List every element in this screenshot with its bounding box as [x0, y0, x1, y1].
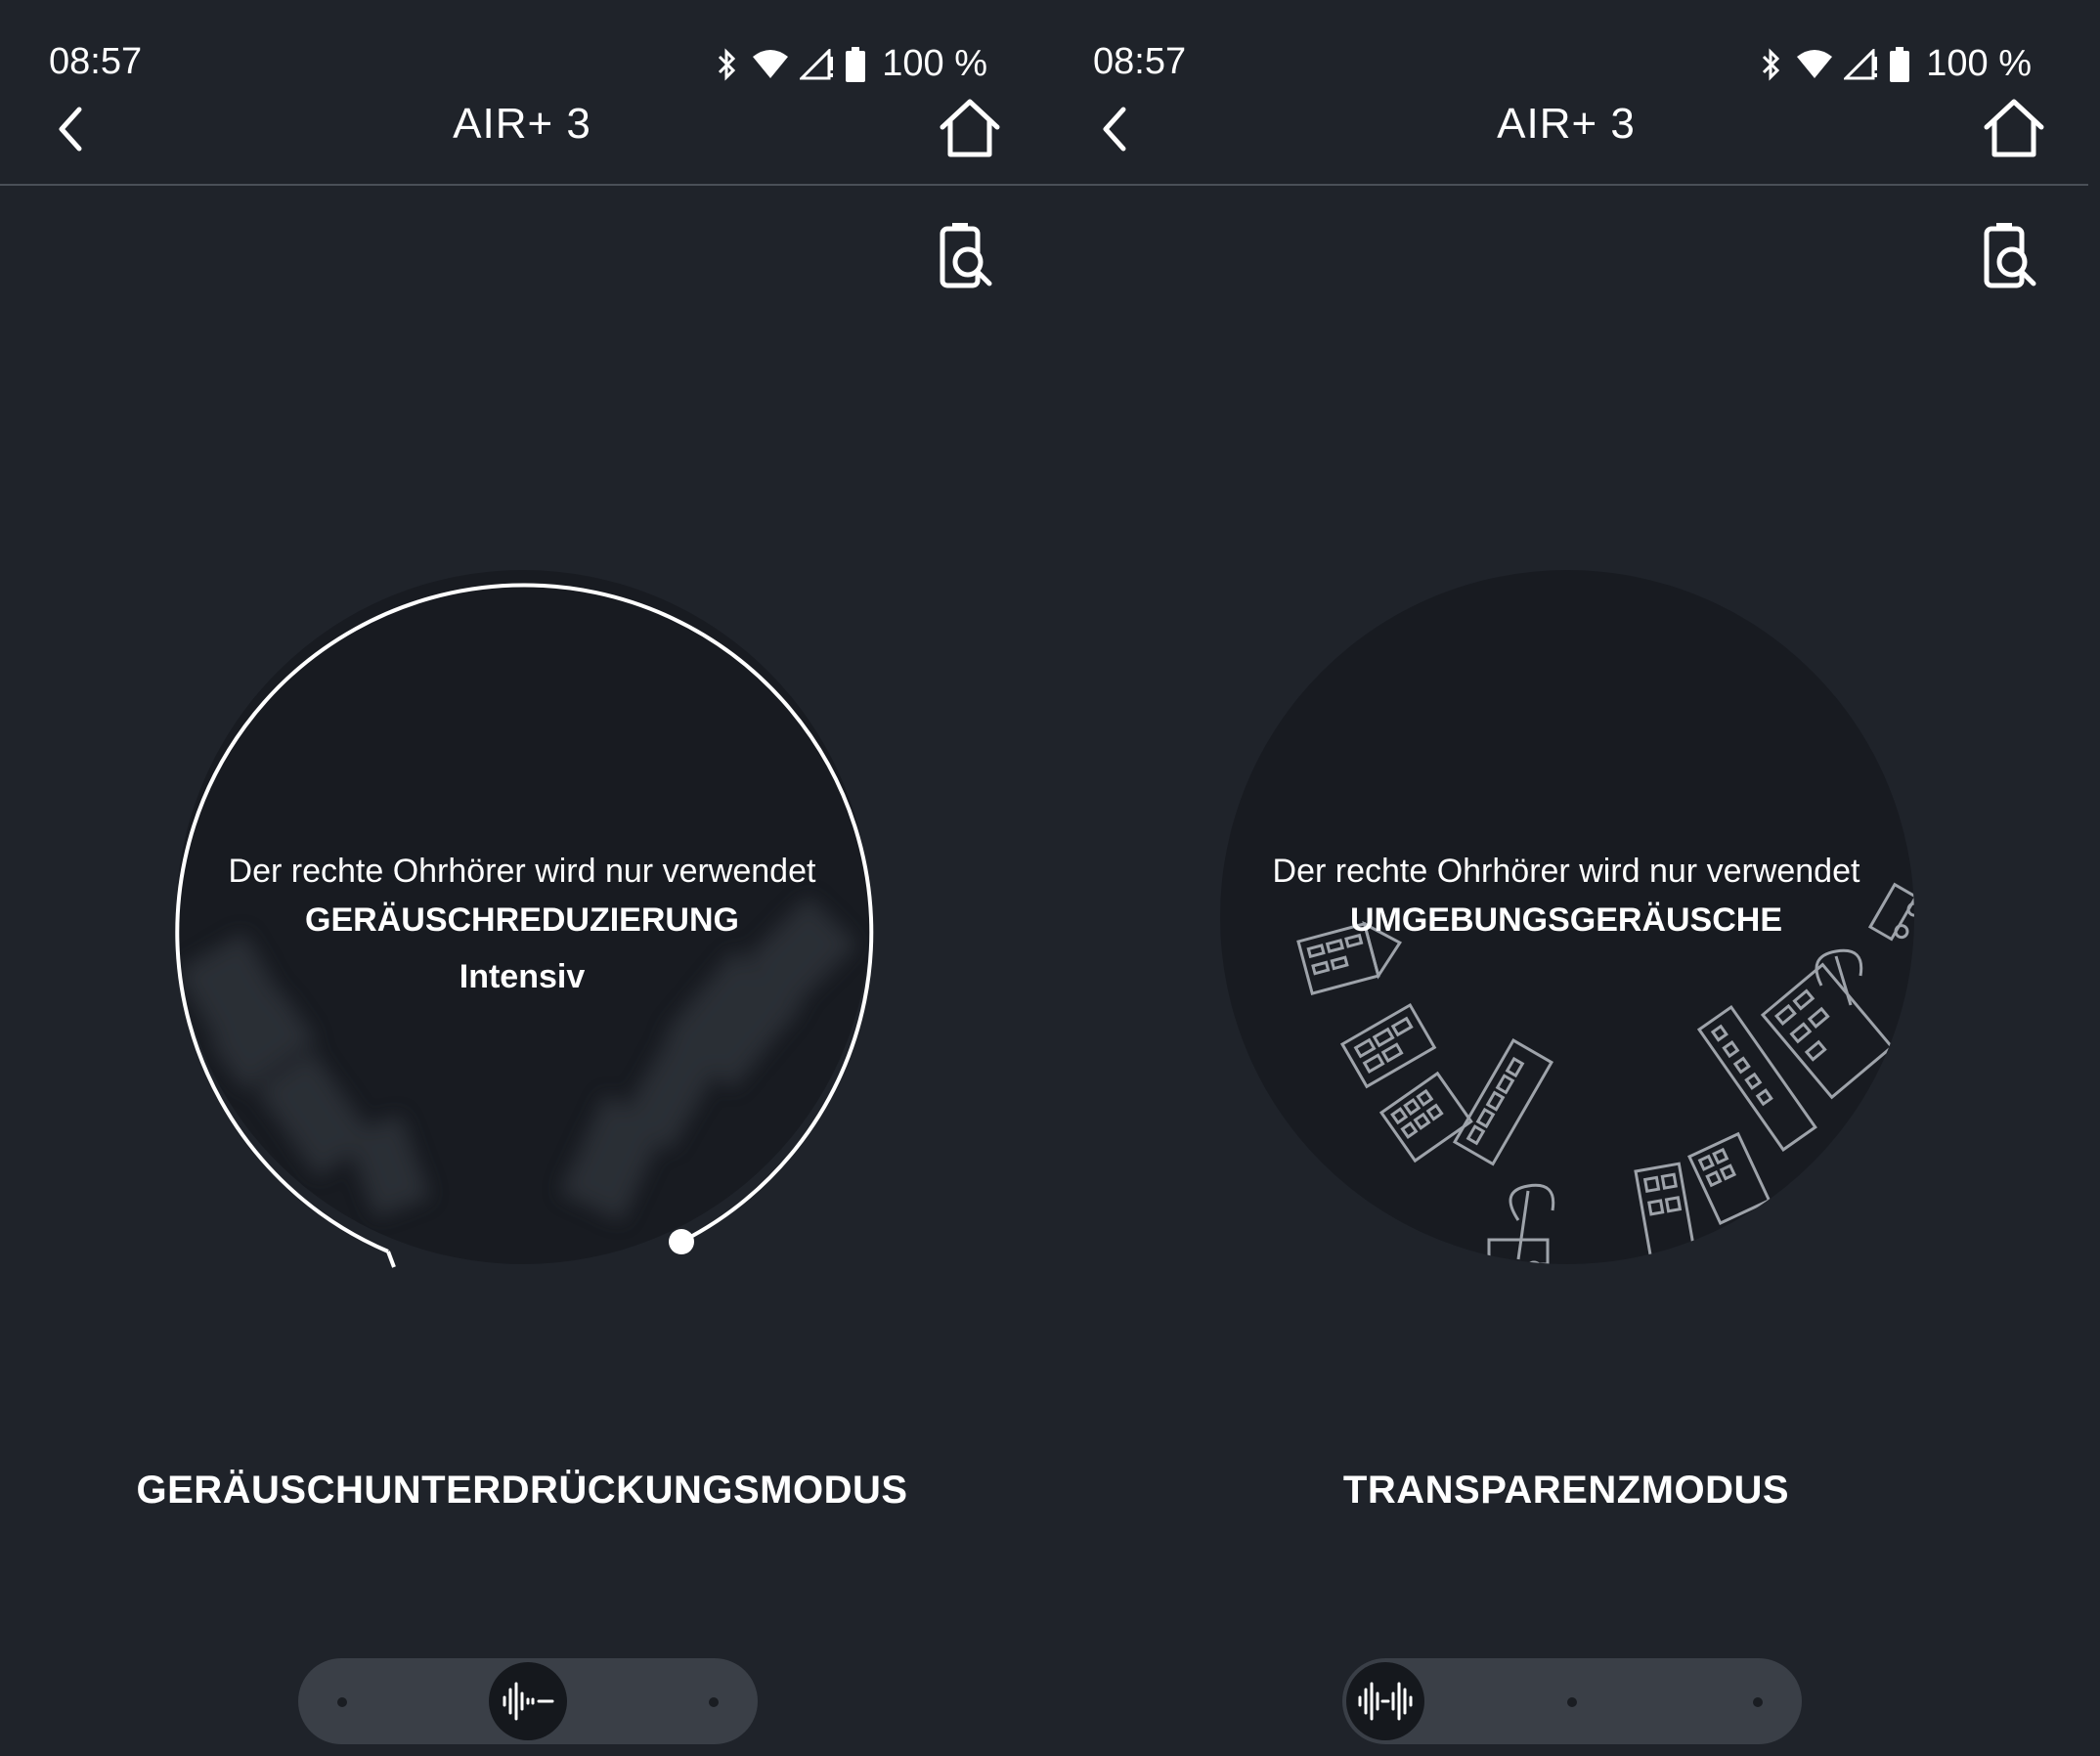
active-mode-label: GERÄUSCHREDUZIERUNG	[305, 901, 739, 939]
earbud-battery-button[interactable]	[1979, 221, 2047, 299]
mode-option-transparency[interactable]	[709, 1697, 719, 1707]
status-icons: 100 %	[1758, 43, 2032, 85]
device-title: AIR+ 3	[1497, 100, 1636, 148]
mode-option-off[interactable]	[1753, 1697, 1763, 1707]
wifi-icon	[1797, 49, 1833, 78]
mode-option-off[interactable]	[337, 1697, 347, 1707]
earbud-battery-button[interactable]	[935, 221, 1003, 299]
bluetooth-icon	[1763, 47, 1780, 81]
transparency-screen: 08:57 100 % AIR+ 3 Der rechte Ohrhörer w…	[1044, 0, 2088, 1756]
earbud-search-icon	[1984, 223, 2036, 288]
device-title: AIR+ 3	[453, 100, 591, 148]
noise-cancellation-screen: 08:57 100 % AIR+ 3 Der rechte Ohrhörer w…	[0, 0, 1044, 1756]
noise-cancellation-icon	[503, 1682, 554, 1721]
home-button[interactable]	[1979, 94, 2049, 164]
home-icon	[1984, 99, 2044, 157]
status-time: 08:57	[1093, 41, 1187, 82]
mode-title: GERÄUSCHUNTERDRÜCKUNGSMODUS	[136, 1469, 908, 1512]
transparency-icon	[1358, 1682, 1413, 1721]
battery-icon	[846, 46, 866, 82]
earbud-usage-text: Der rechte Ohrhörer wird nur verwendet	[1272, 853, 1860, 890]
battery-percentage: 100 %	[882, 43, 987, 84]
app-bar: AIR+ 3	[0, 90, 1044, 186]
screenshot-pair: 08:57 100 % AIR+ 3 Der rechte Ohrhörer w…	[0, 0, 2100, 1756]
mode-title: TRANSPARENZMODUS	[1342, 1469, 1790, 1512]
signal-icon	[800, 48, 834, 79]
status-icons: 100 %	[714, 43, 987, 85]
dial-handle[interactable]	[669, 1229, 694, 1254]
home-button[interactable]	[935, 94, 1005, 164]
earbud-usage-text: Der rechte Ohrhörer wird nur verwendet	[228, 853, 816, 890]
earbud-search-icon	[940, 223, 992, 288]
mode-option-noise-cancellation[interactable]	[1567, 1697, 1577, 1707]
status-time: 08:57	[49, 41, 143, 82]
battery-percentage: 100 %	[1926, 43, 2032, 84]
mode-selector[interactable]	[298, 1658, 758, 1744]
mode-option-transparency-active[interactable]	[1346, 1662, 1424, 1740]
mode-option-noise-cancellation-active[interactable]	[489, 1662, 567, 1740]
signal-icon	[1844, 48, 1878, 79]
app-bar: AIR+ 3	[1044, 90, 2088, 186]
mode-selector[interactable]	[1342, 1658, 1802, 1744]
dial-end-marker	[386, 1251, 396, 1268]
home-icon	[940, 99, 1000, 157]
active-mode-label: UMGEBUNGSGERÄUSCHE	[1349, 901, 1783, 939]
intensity-level-label: Intensiv	[459, 958, 586, 995]
bluetooth-icon	[719, 47, 736, 81]
battery-icon	[1890, 46, 1910, 82]
wifi-icon	[753, 49, 789, 78]
